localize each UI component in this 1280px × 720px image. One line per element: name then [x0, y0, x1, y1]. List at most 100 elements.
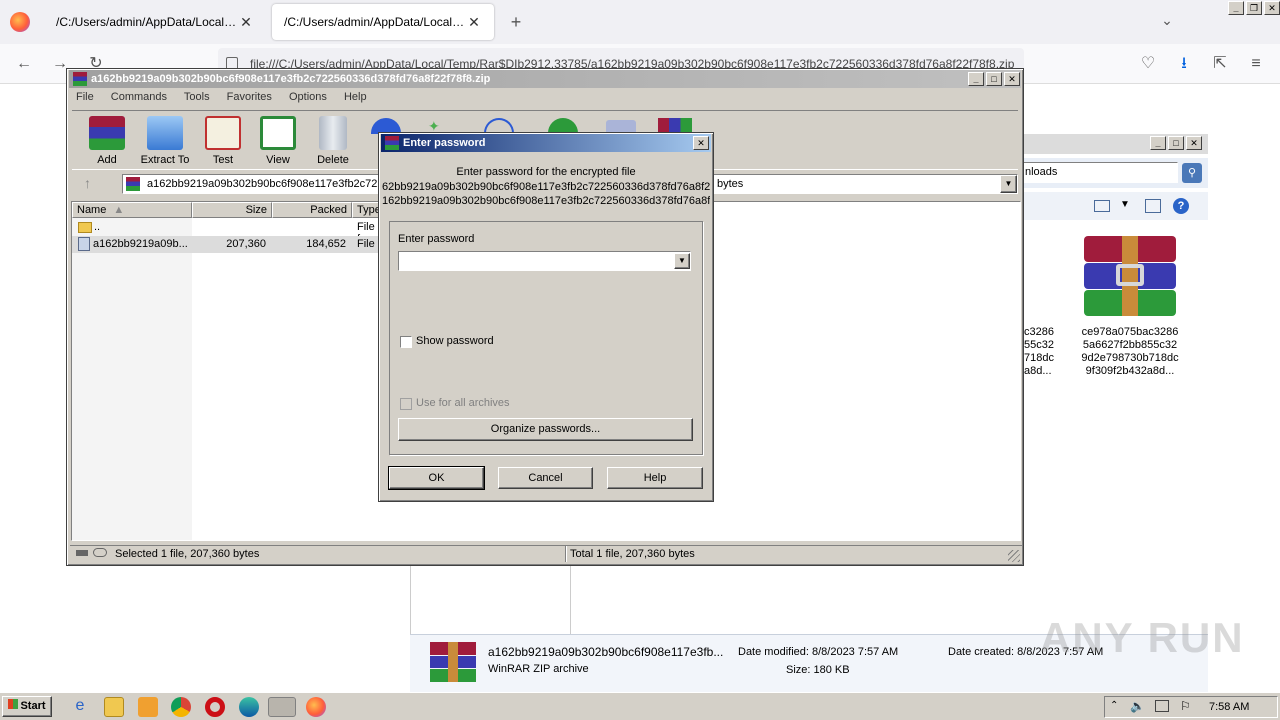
menu-tools[interactable]: Tools: [184, 91, 210, 103]
dialog-close-icon[interactable]: ✕: [693, 136, 709, 150]
caption-line: ce978a075bac3286: [1081, 326, 1179, 338]
show-password-checkbox[interactable]: [400, 336, 412, 348]
winrar-archive-icon[interactable]: [1084, 236, 1176, 318]
table-row[interactable]: a162bb9219a09b... 207,360 184,652 File: [72, 236, 380, 253]
ie-icon[interactable]: e: [70, 697, 90, 717]
preview-pane-icon[interactable]: [1145, 199, 1161, 213]
path-archive-icon: [126, 177, 140, 191]
chrome-icon[interactable]: [171, 697, 191, 717]
column-packed-label: Packed: [310, 204, 347, 216]
clock: 7:58 AM: [1209, 701, 1250, 713]
help-label: Help: [643, 472, 667, 484]
menu-commands[interactable]: Commands: [111, 91, 167, 103]
caption-line: 5a6627f2bb855c32: [1082, 339, 1178, 351]
close-tab-icon[interactable]: ✕: [466, 14, 482, 31]
up-folder-icon[interactable]: ↑: [84, 175, 91, 191]
menu-file[interactable]: File: [76, 91, 94, 103]
ok-button[interactable]: OK: [388, 466, 485, 490]
taskbar: [0, 692, 1280, 720]
minimize-icon[interactable]: _: [968, 72, 984, 86]
password-input[interactable]: [398, 251, 691, 271]
menu-options[interactable]: Options: [289, 91, 327, 103]
view-icon[interactable]: [1094, 200, 1110, 212]
edge-icon[interactable]: [239, 697, 259, 717]
media-player-icon[interactable]: [138, 697, 158, 717]
browser-tab-1[interactable]: /C:/Users/admin/AppData/Local/Temp/Ra ✕: [44, 4, 266, 40]
ok-label: OK: [428, 472, 445, 484]
explorer-icon[interactable]: [104, 697, 124, 717]
file-list-shade: [72, 218, 192, 540]
volume-icon[interactable]: 🔈: [1130, 699, 1145, 713]
winrar-taskbar-icon[interactable]: [268, 697, 296, 717]
table-row[interactable]: .. File f: [72, 220, 380, 245]
column-packed[interactable]: Packed: [272, 202, 352, 218]
password-history-dropdown[interactable]: ▼: [674, 253, 690, 269]
new-tab-icon[interactable]: +: [506, 12, 526, 32]
help-button[interactable]: Help: [607, 467, 703, 489]
watermark: ANY RUN: [1040, 614, 1245, 661]
caption-line: c3286: [1024, 326, 1054, 338]
column-size[interactable]: Size: [192, 202, 272, 218]
delete-button[interactable]: Delete: [301, 116, 365, 166]
sfx-icon[interactable]: [658, 118, 692, 132]
restore-icon[interactable]: ❐: [1246, 1, 1262, 15]
path-dropdown-button[interactable]: ▼: [1000, 175, 1017, 193]
path-size-text: bytes: [717, 178, 744, 190]
partial-file-caption[interactable]: c3286 55c32 718dc a8d...: [1024, 326, 1054, 378]
flag-icon[interactable]: ⚐: [1180, 699, 1191, 713]
search-icon[interactable]: ⚲: [1182, 163, 1202, 183]
details-date-modified: Date modified: 8/8/2023 7:57 AM: [738, 646, 899, 658]
firefox-taskbar-icon[interactable]: [306, 697, 326, 717]
path-text: a162bb9219a09b302b90bc6f908e117e3fb2c722: [147, 178, 384, 190]
opera-icon[interactable]: [205, 697, 225, 717]
column-name-label: Name: [77, 204, 107, 216]
status-divider: [565, 546, 567, 562]
dialog-prompt: Enter password for the encrypted file: [456, 166, 636, 178]
caption-line: 9f309f2b432a8d...: [1085, 365, 1175, 377]
minimize-icon[interactable]: _: [1228, 1, 1244, 15]
caption-line: 9d2e798730b718dc: [1081, 352, 1179, 364]
extract-to-button[interactable]: Extract To: [133, 116, 197, 166]
network-icon[interactable]: [1155, 700, 1169, 712]
resize-grip-icon[interactable]: [1008, 550, 1020, 562]
help-icon[interactable]: ?: [1173, 198, 1189, 214]
windows-logo-icon: [8, 699, 19, 709]
menu-help[interactable]: Help: [344, 91, 367, 103]
extract-folder-icon: [147, 116, 183, 150]
add-icon: [89, 116, 125, 150]
details-file-type: WinRAR ZIP archive: [488, 663, 589, 675]
maximize-icon[interactable]: □: [986, 72, 1002, 86]
back-icon[interactable]: ←: [12, 52, 36, 76]
winrar-titlebar: a162bb9219a09b302b90bc6f908e117e3fb2c722…: [69, 70, 1021, 88]
test-label: Test: [212, 154, 234, 166]
file-caption[interactable]: ce978a075bac3286 5a6627f2bb855c32 9d2e79…: [1078, 326, 1182, 378]
window-title: a162bb9219a09b302b90bc6f908e117e3fb2c722…: [91, 73, 491, 85]
menu-favorites[interactable]: Favorites: [227, 91, 272, 103]
add-button[interactable]: Add: [75, 116, 139, 166]
organize-passwords-button[interactable]: Organize passwords...: [398, 418, 693, 441]
start-button[interactable]: Start: [2, 696, 52, 717]
search-input[interactable]: nloads: [1022, 162, 1178, 183]
tray-arrow-icon[interactable]: ⌃: [1110, 700, 1118, 711]
cancel-button[interactable]: Cancel: [498, 467, 593, 489]
column-name[interactable]: Name ▲: [72, 202, 192, 218]
chevron-down-icon[interactable]: ▼: [1120, 199, 1130, 210]
close-icon[interactable]: ✕: [1264, 1, 1280, 15]
close-icon[interactable]: ✕: [1186, 136, 1202, 150]
search-text: nloads: [1025, 166, 1058, 178]
caption-line: 718dc: [1024, 352, 1054, 364]
list-tabs-icon[interactable]: ⌄: [1158, 12, 1176, 30]
nav-pane-divider: [570, 566, 571, 634]
show-password-label[interactable]: Show password: [416, 335, 494, 347]
delete-trash-icon: [319, 116, 347, 150]
tab-label: /C:/Users/admin/AppData/Local/Temp/Ra: [56, 15, 238, 29]
firefox-icon[interactable]: [10, 12, 30, 32]
browser-tab-2[interactable]: /C:/Users/admin/AppData/Local/Temp/Ra ✕: [272, 4, 494, 40]
close-tab-icon[interactable]: ✕: [238, 14, 254, 31]
organize-label: Organize passwords...: [490, 423, 601, 435]
minimize-icon[interactable]: _: [1150, 136, 1166, 150]
maximize-icon[interactable]: □: [1168, 136, 1184, 150]
close-icon[interactable]: ✕: [1004, 72, 1020, 86]
details-archive-icon: [430, 642, 476, 682]
row-size: 207,360: [226, 238, 266, 250]
